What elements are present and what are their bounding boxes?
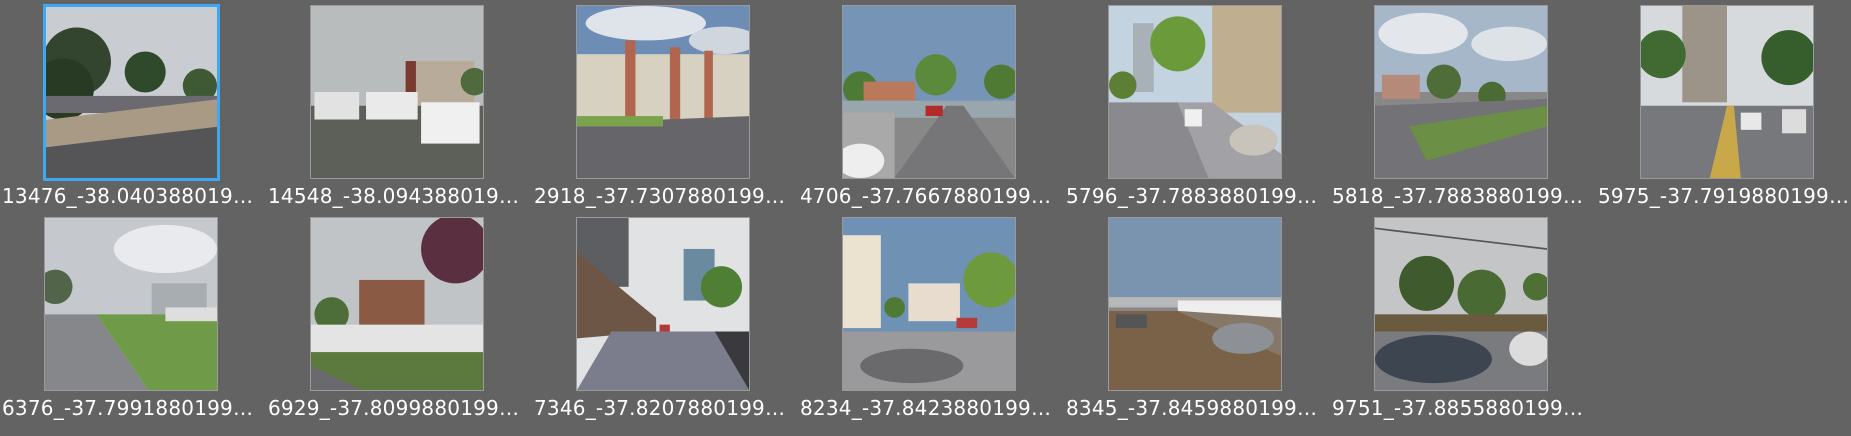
thumbnail-label: 6376_-37.79918801999...	[2, 396, 264, 420]
thumbnail-item[interactable]: 8345_-37.84598801999...	[1064, 212, 1330, 422]
street-photo-thumbnail[interactable]	[1374, 217, 1548, 391]
thumbnail-item[interactable]: 5818_-37.78838801999...	[1330, 0, 1596, 210]
thumbnail-label: 8345_-37.84598801999...	[1066, 396, 1328, 420]
street-photo-thumbnail[interactable]	[576, 5, 750, 179]
street-photo-thumbnail[interactable]	[1374, 5, 1548, 179]
street-photo-thumbnail[interactable]	[310, 5, 484, 179]
street-photo-thumbnail[interactable]	[1640, 5, 1814, 179]
thumbnail-label: 13476_-38.0403880199...	[2, 184, 264, 208]
thumbnail-label: 9751_-37.88558801999...	[1332, 396, 1594, 420]
street-photo-thumbnail[interactable]	[1108, 5, 1282, 179]
thumbnail-label: 7346_-37.82078801999...	[534, 396, 796, 420]
thumbnail-item[interactable]: 6376_-37.79918801999...	[0, 212, 266, 422]
thumbnail-item[interactable]: 14548_-38.0943880199...	[266, 0, 532, 210]
thumbnail-label: 5818_-37.78838801999...	[1332, 184, 1594, 208]
thumbnail-label: 5796_-37.78838801999...	[1066, 184, 1328, 208]
street-photo-thumbnail[interactable]	[310, 217, 484, 391]
thumbnail-item[interactable]: 7346_-37.82078801999...	[532, 212, 798, 422]
thumbnail-item[interactable]: 6929_-37.80998801999...	[266, 212, 532, 422]
street-photo-thumbnail[interactable]	[576, 217, 750, 391]
thumbnail-item[interactable]: 4706_-37.76678801999...	[798, 0, 1064, 210]
thumbnail-item[interactable]: 2918_-37.73078801999...	[532, 0, 798, 210]
thumbnail-item[interactable]: 9751_-37.88558801999...	[1330, 212, 1596, 422]
thumbnail-label: 2918_-37.73078801999...	[534, 184, 796, 208]
thumbnail-label: 4706_-37.76678801999...	[800, 184, 1062, 208]
street-photo-thumbnail[interactable]	[842, 217, 1016, 391]
street-photo-thumbnail[interactable]	[43, 4, 220, 181]
street-photo-thumbnail[interactable]	[842, 5, 1016, 179]
thumbnail-label: 8234_-37.84238801999...	[800, 396, 1062, 420]
thumbnail-grid: 13476_-38.0403880199... 14548_-38.094388…	[0, 0, 1851, 436]
thumbnail-label: 6929_-37.80998801999...	[268, 396, 530, 420]
thumbnail-item[interactable]: 13476_-38.0403880199...	[0, 0, 266, 210]
thumbnail-label: 5975_-37.79198801999...	[1598, 184, 1851, 208]
thumbnail-item[interactable]: 5975_-37.79198801999...	[1596, 0, 1851, 210]
street-photo-thumbnail[interactable]	[44, 217, 218, 391]
thumbnail-label: 14548_-38.0943880199...	[268, 184, 530, 208]
street-photo-thumbnail[interactable]	[1108, 217, 1282, 391]
thumbnail-item[interactable]: 5796_-37.78838801999...	[1064, 0, 1330, 210]
thumbnail-item[interactable]: 8234_-37.84238801999...	[798, 212, 1064, 422]
